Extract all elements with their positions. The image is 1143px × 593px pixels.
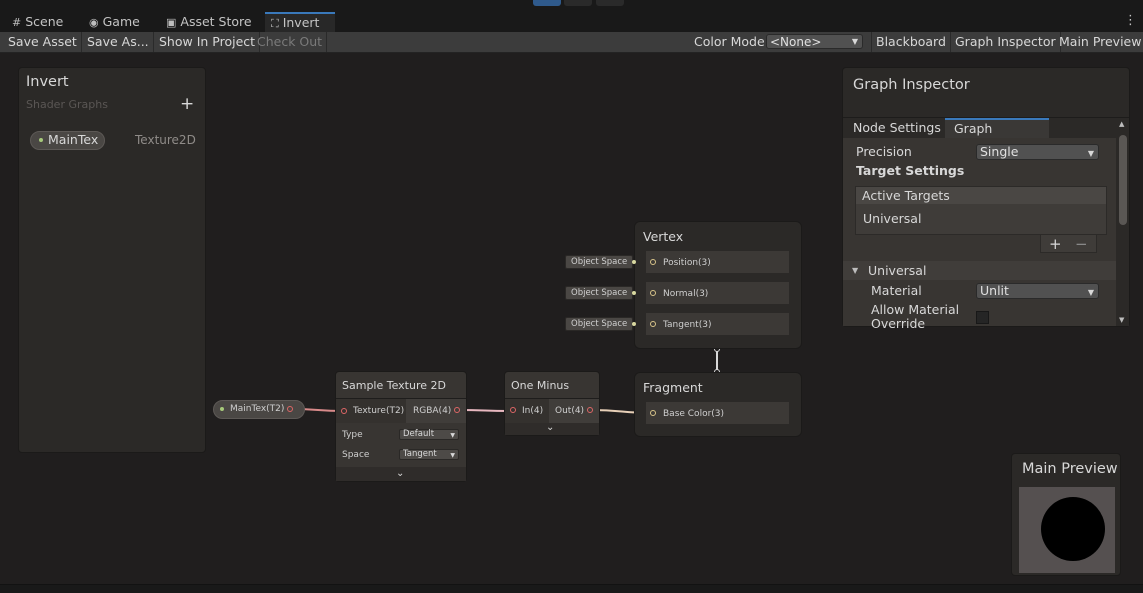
foldout-triangle-icon[interactable]: ▼	[852, 266, 858, 275]
blackboard-panel	[18, 67, 206, 453]
blackboard-subtitle: Shader Graphs	[26, 98, 108, 111]
precision-value: Single	[980, 144, 1019, 159]
allow-override-label: Allow Material	[871, 302, 960, 317]
graph-inspector-title: Graph Inspector	[853, 77, 970, 93]
add-target-icon[interactable]: +	[1049, 235, 1062, 253]
material-value: Unlit	[980, 283, 1009, 298]
property-name: MainTex	[48, 132, 99, 147]
port-dot-icon	[632, 291, 636, 295]
output-port[interactable]	[587, 407, 593, 413]
type-dropdown[interactable]: Default ▼	[399, 429, 459, 440]
type-value: Default	[403, 429, 435, 439]
remove-target-icon[interactable]: −	[1075, 235, 1088, 253]
chevron-down-icon: ▼	[1087, 288, 1094, 297]
chevron-down-icon: ▼	[450, 432, 455, 439]
input-port[interactable]	[650, 410, 656, 416]
scrollbar-thumb[interactable]	[1119, 135, 1127, 225]
port-dot-icon	[632, 260, 636, 264]
target-settings-heading: Target Settings	[856, 163, 965, 178]
universal-foldout-label: Universal	[868, 263, 927, 278]
active-target-item[interactable]: Universal	[863, 211, 921, 226]
property-dot-icon	[39, 138, 43, 142]
output-slot-label: Out(4)	[555, 406, 585, 416]
precision-select[interactable]: Single ▼	[976, 144, 1099, 160]
chevron-down-icon: ▼	[450, 452, 455, 459]
node-title: One Minus	[511, 379, 570, 392]
input-port[interactable]	[650, 321, 656, 327]
precision-label: Precision	[856, 144, 912, 159]
add-property-icon[interactable]: +	[180, 94, 194, 114]
output-port[interactable]	[454, 407, 460, 413]
chevron-down-icon: ▼	[1087, 149, 1094, 158]
input-port[interactable]	[341, 408, 347, 414]
blackboard-title: Invert	[26, 74, 69, 90]
property-node-label: MainTex(T2)	[230, 404, 285, 414]
input-slot-label: In(4)	[522, 406, 544, 416]
space-label: Space	[342, 450, 370, 460]
property-dot-icon	[220, 407, 224, 411]
port-dot-icon	[632, 322, 636, 326]
scroll-down-icon[interactable]: ▼	[1119, 316, 1124, 324]
block-label: Position(3)	[663, 258, 711, 268]
active-targets-label: Active Targets	[862, 188, 950, 203]
object-space-input[interactable]: Object Space	[565, 255, 634, 269]
input-port[interactable]	[510, 407, 516, 413]
context-title: Vertex	[643, 229, 684, 244]
node-title: Sample Texture 2D	[342, 379, 446, 392]
allow-override-checkbox[interactable]	[976, 311, 989, 324]
preview-sphere	[1041, 497, 1105, 561]
space-dropdown[interactable]: Tangent ▼	[399, 449, 459, 460]
input-port[interactable]	[650, 290, 656, 296]
expand-chevron-icon[interactable]: ⌄	[396, 468, 404, 479]
output-port[interactable]	[287, 406, 293, 412]
input-slot-label: Texture(T2)	[353, 406, 405, 416]
main-preview-title: Main Preview	[1022, 461, 1118, 477]
scroll-up-icon[interactable]: ▲	[1119, 120, 1124, 128]
context-title: Fragment	[643, 380, 703, 395]
tab-node-settings[interactable]: Node Settings	[844, 118, 950, 138]
property-type: Texture2D	[135, 133, 196, 147]
object-space-label: Object Space	[571, 319, 628, 329]
expand-chevron-icon[interactable]: ⌄	[546, 422, 554, 433]
type-label: Type	[342, 430, 363, 440]
object-space-label: Object Space	[571, 288, 628, 298]
block-label: Base Color(3)	[663, 409, 725, 419]
input-port[interactable]	[650, 259, 656, 265]
space-value: Tangent	[403, 449, 437, 459]
allow-override-label-2: Override	[871, 316, 926, 331]
block-label: Normal(3)	[663, 289, 709, 299]
output-slot-label: RGBA(4)	[413, 406, 452, 416]
object-space-input[interactable]: Object Space	[565, 317, 634, 331]
tab-graph-settings[interactable]: Graph Settings	[945, 118, 1049, 153]
block-label: Tangent(3)	[663, 320, 712, 330]
object-space-label: Object Space	[571, 257, 628, 267]
object-space-input[interactable]: Object Space	[565, 286, 634, 300]
material-label: Material	[871, 283, 922, 298]
material-select[interactable]: Unlit ▼	[976, 283, 1099, 299]
